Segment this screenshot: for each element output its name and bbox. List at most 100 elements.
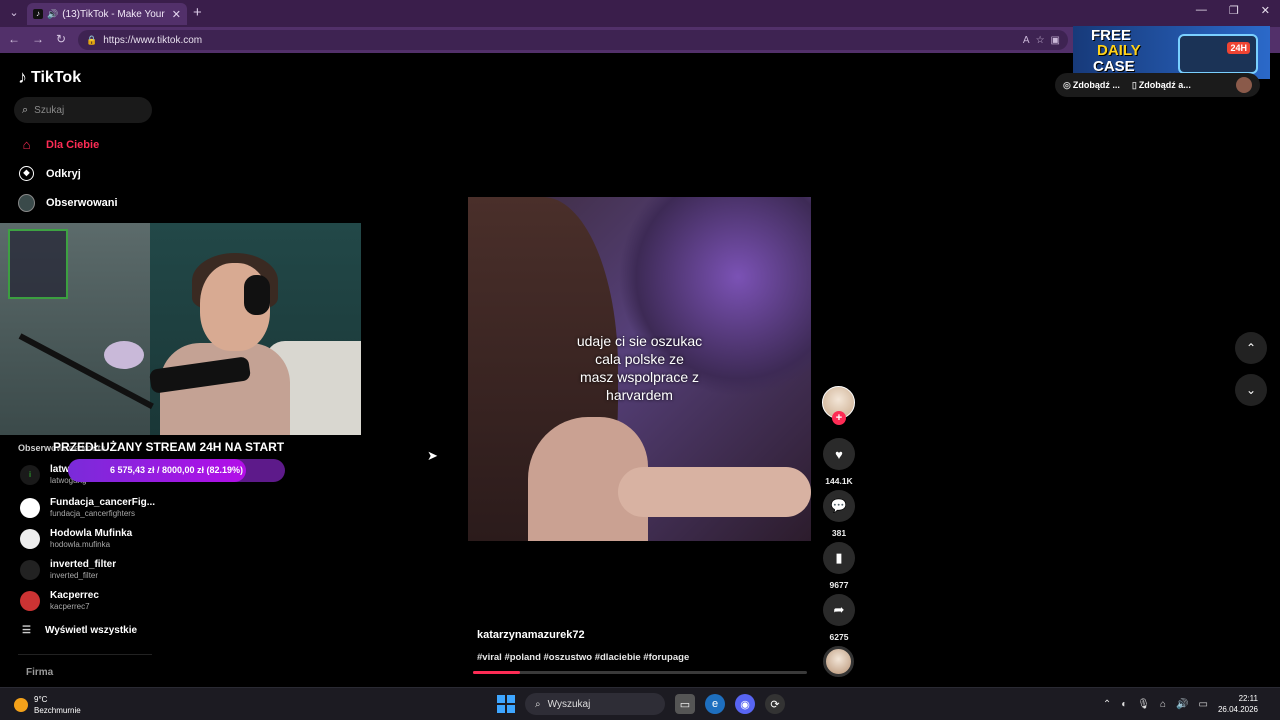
clock[interactable]: 22:11 26.04.2026 [1218, 693, 1258, 715]
like-button[interactable]: ♥ 144.1K [823, 438, 855, 486]
tab-actions-chevron-icon[interactable]: ⌄ [6, 5, 22, 21]
network-icon[interactable]: ⌂ [1160, 699, 1166, 710]
task-view-icon[interactable]: ▭ [675, 694, 695, 714]
weather-moon-icon [14, 698, 28, 712]
translate-icon[interactable]: A [1023, 35, 1030, 46]
address-bar[interactable]: 🔒 https://www.tiktok.com A ☆ ▣ [78, 30, 1068, 50]
nav-label: Odkryj [46, 167, 81, 180]
search-icon: ⌕ [535, 698, 541, 710]
nav-label: Dla Ciebie [46, 138, 100, 151]
clock-date: 26.04.2026 [1217, 705, 1258, 714]
weather-widget[interactable]: 9°C Bezchmurnie [14, 694, 81, 716]
account-avatar [20, 590, 40, 611]
account-name: Hodowla Mufinka [50, 528, 133, 539]
favorite-star-icon[interactable]: ☆ [1036, 35, 1045, 46]
account-item[interactable]: Fundacja_cancerFig... fundacja_cancerfigh… [20, 497, 155, 518]
taskbar-search[interactable]: ⌕ Wyszukaj [525, 693, 665, 715]
video-progress-fill [473, 671, 520, 674]
tray-overflow-chevron-icon[interactable]: ⌃ [1103, 699, 1111, 710]
stream-goal-banner: PRZEDŁUŻANY STREAM 24H NA START [53, 440, 285, 454]
account-item[interactable]: Hodowla Mufinka hodowla.mufinka [20, 528, 132, 549]
ad-line-3: CASE [1093, 58, 1135, 75]
app-icon[interactable]: ⟳ [765, 694, 785, 714]
close-window-icon[interactable]: ✕ [1261, 4, 1270, 17]
show-all-label: Wyświetl wszystkie [44, 625, 138, 636]
top-right-pills: ◎ Zdobądź ... ▯ Zdobądź a... [1055, 73, 1260, 97]
sidebar-divider [18, 654, 152, 655]
tiktok-logo[interactable]: ♪ TikTok [18, 67, 81, 88]
browser-tab[interactable]: ♪ 🔊 (13)TikTok - Make Your Day ✕ [27, 3, 187, 25]
restore-icon[interactable]: ❐ [1229, 4, 1239, 17]
follow-plus-icon[interactable]: + [832, 411, 846, 425]
free-daily-case-ad[interactable]: FREE DAILY CASE 24H [1073, 26, 1270, 79]
reload-icon[interactable]: ↻ [56, 32, 66, 46]
account-handle: fundacja_cancerfighters [50, 509, 135, 518]
back-icon[interactable]: ← [8, 32, 20, 46]
edge-browser-icon[interactable]: e [705, 694, 725, 714]
search-input[interactable]: ⌕ Szukaj [14, 97, 152, 123]
ad-line-2: DAILY [1097, 42, 1141, 59]
like-count: 144.1K [825, 476, 853, 486]
account-avatar [20, 559, 40, 580]
footer-company-link[interactable]: Firma [26, 667, 53, 678]
tray-app-icon[interactable]: ◐ [1121, 699, 1127, 710]
close-tab-icon[interactable]: ✕ [172, 8, 181, 21]
window-controls: — ❐ ✕ [1196, 4, 1270, 17]
account-item[interactable]: Kacperrec kacperrec7 [20, 590, 99, 611]
next-video-button[interactable]: ⌄ [1235, 374, 1267, 406]
nav-item-following[interactable]: Obserwowani [18, 193, 118, 212]
save-count: 9677 [829, 580, 849, 590]
previous-video-button[interactable]: ⌃ [1235, 332, 1267, 364]
microphone-icon[interactable]: 🎙 [1137, 699, 1150, 710]
volume-icon[interactable]: 🔊 [1176, 699, 1188, 710]
share-button[interactable]: ➦ 6275 [823, 594, 855, 642]
show-all-accounts[interactable]: ☰ Wyświetl wszystkie [22, 625, 137, 636]
comment-icon: 💬 [823, 490, 855, 522]
ad-line-1: FREE [1091, 27, 1132, 44]
extension-icon[interactable]: ▣ [1051, 35, 1060, 46]
weather-temp: 9°C [34, 695, 48, 704]
comment-button[interactable]: 💬 381 [823, 490, 855, 538]
pill-label: Zdobądź a... [1138, 79, 1191, 90]
account-handle: hodowla.mufinka [50, 540, 111, 549]
nav-item-explore[interactable]: ◆ Odkryj [18, 165, 81, 182]
bookmark-icon: ▮ [823, 542, 855, 574]
get-app-pill[interactable]: ▯ Zdobądź a... [1132, 80, 1191, 91]
donation-progress-bar: 6 575,43 zł / 8000,00 zł (82.19%) [68, 459, 285, 482]
account-item[interactable]: inverted_filter inverted_filter [20, 559, 116, 580]
nav-label: Obserwowani [46, 196, 118, 209]
start-button[interactable] [497, 695, 515, 713]
clock-time: 22:11 [1238, 694, 1258, 703]
nav-item-for-you[interactable]: ⌂ Dla Ciebie [18, 136, 100, 153]
phone-icon: ▯ [1131, 79, 1137, 90]
windows-taskbar: 9°C Bezchmurnie ⌕ Wyszukaj ▭ e ◉ ⟳ ⌃ ◐ 🎙… [0, 687, 1280, 720]
site-info-icon[interactable]: 🔒 [86, 35, 97, 46]
avatar-icon [18, 193, 35, 212]
video-progress-bar[interactable] [473, 671, 807, 674]
save-button[interactable]: ▮ 9677 [823, 542, 855, 590]
video-caption-overlay: udaje ci sie oszukac cala polske ze masz… [576, 333, 703, 403]
sound-disc-icon[interactable] [823, 646, 854, 677]
speaker-icon[interactable]: 🔊 [47, 9, 58, 20]
video-author[interactable]: katarzynamazurek72 [477, 629, 585, 641]
taskbar-search-label: Wyszukaj [547, 698, 591, 710]
forward-icon[interactable]: → [32, 32, 44, 46]
taskbar-center: ⌕ Wyszukaj ▭ e ◉ ⟳ [497, 693, 785, 715]
share-icon: ➦ [823, 594, 855, 626]
battery-icon[interactable]: ▭ [1199, 699, 1208, 710]
logo-text: TikTok [31, 68, 82, 86]
video-hashtags[interactable]: #viral #poland #oszustwo #dlaciebie #for… [477, 652, 689, 663]
search-placeholder: Szukaj [34, 104, 65, 116]
video-player[interactable]: udaje ci sie oszukac cala polske ze masz… [468, 197, 811, 541]
new-tab-icon[interactable]: + [193, 4, 202, 21]
get-coins-pill[interactable]: ◎ Zdobądź ... [1063, 80, 1120, 91]
weather-condition: Bezchmurnie [34, 706, 81, 715]
donation-progress-text: 6 575,43 zł / 8000,00 zł (82.19%) [109, 465, 244, 475]
streamer-webcam [0, 223, 361, 435]
minimize-icon[interactable]: — [1196, 4, 1207, 17]
discord-icon[interactable]: ◉ [735, 694, 755, 714]
user-avatar[interactable] [1236, 77, 1252, 93]
share-count: 6275 [829, 632, 849, 642]
ad-badge: 24H [1227, 42, 1250, 54]
account-handle: inverted_filter [50, 571, 99, 580]
